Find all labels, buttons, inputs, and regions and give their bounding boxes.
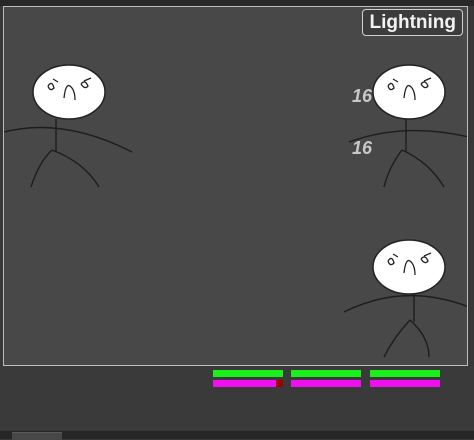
- health-bar-fill: [291, 370, 361, 377]
- status-bar: [0, 431, 474, 440]
- stick-figure-bottom-right[interactable]: [344, 232, 468, 366]
- enemy-bars-right: [370, 370, 440, 390]
- stick-figure-left[interactable]: [4, 62, 139, 197]
- mana-bar: [291, 380, 361, 387]
- damage-number: 16: [352, 86, 373, 106]
- health-bar-fill: [213, 370, 283, 377]
- mana-bar: [370, 380, 440, 387]
- mana-bar-fill: [213, 380, 276, 387]
- enemy-bars-left: [213, 370, 283, 390]
- health-bar: [370, 370, 440, 377]
- body: [344, 294, 467, 358]
- health-bar-fill: [370, 370, 440, 377]
- health-bar: [291, 370, 361, 377]
- damage-number: 16: [352, 138, 373, 158]
- health-bar: [213, 370, 283, 377]
- face: [372, 64, 446, 120]
- stick-figure-top-right[interactable]: [344, 62, 468, 197]
- mana-bar-fill: [291, 380, 361, 387]
- body: [4, 119, 133, 188]
- mana-bar-fill: [370, 380, 440, 387]
- enemy-bars-middle: [291, 370, 361, 390]
- spell-label: Lightning: [362, 9, 463, 36]
- game-viewport[interactable]: Lightning 16 16: [3, 6, 468, 366]
- mana-bar: [213, 380, 283, 387]
- face: [32, 64, 106, 120]
- face: [372, 239, 446, 295]
